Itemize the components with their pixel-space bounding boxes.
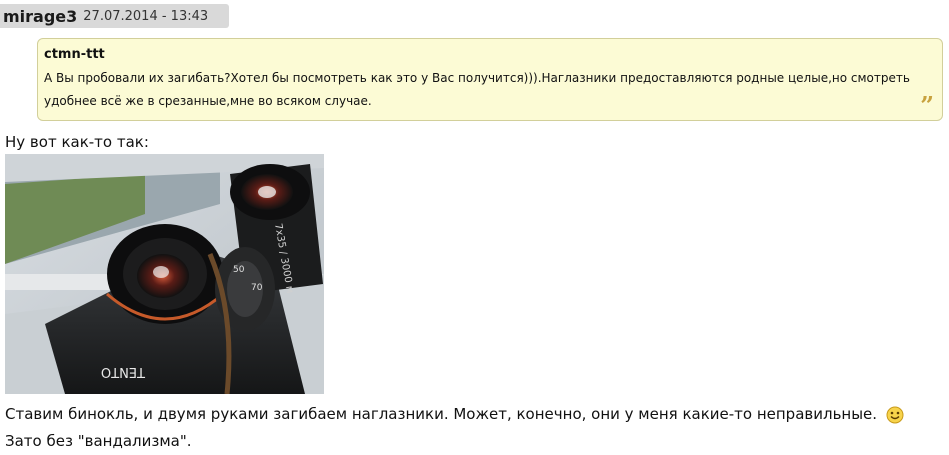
quote-author: ctmn-ttt bbox=[44, 47, 105, 62]
smiley-icon bbox=[886, 406, 904, 423]
message-intro: Ну вот как-то так: bbox=[5, 133, 149, 151]
dial-number-1: 50 bbox=[233, 265, 245, 275]
post-date: 27.07.2014 - 13:43 bbox=[83, 8, 209, 24]
quote-block: ctmn-ttt А Вы пробовали их загибать?Хоте… bbox=[37, 38, 943, 121]
brand-label: TENTO bbox=[101, 364, 146, 379]
quote-icon: ” bbox=[920, 91, 934, 120]
post-author[interactable]: mirage3 bbox=[3, 7, 77, 26]
dial-number-2: 70 bbox=[251, 283, 263, 293]
binoculars-photo[interactable]: 50 70 TENTO 7x35 / 3000 м bbox=[5, 154, 324, 394]
message-line-1: Ставим бинокль, и двумя руками загибаем … bbox=[5, 405, 878, 423]
message-body: Ставим бинокль, и двумя руками загибаем … bbox=[5, 401, 949, 455]
post-header: mirage3 27.07.2014 - 13:43 bbox=[0, 4, 229, 28]
quote-text: А Вы пробовали их загибать?Хотел бы посм… bbox=[44, 71, 910, 108]
